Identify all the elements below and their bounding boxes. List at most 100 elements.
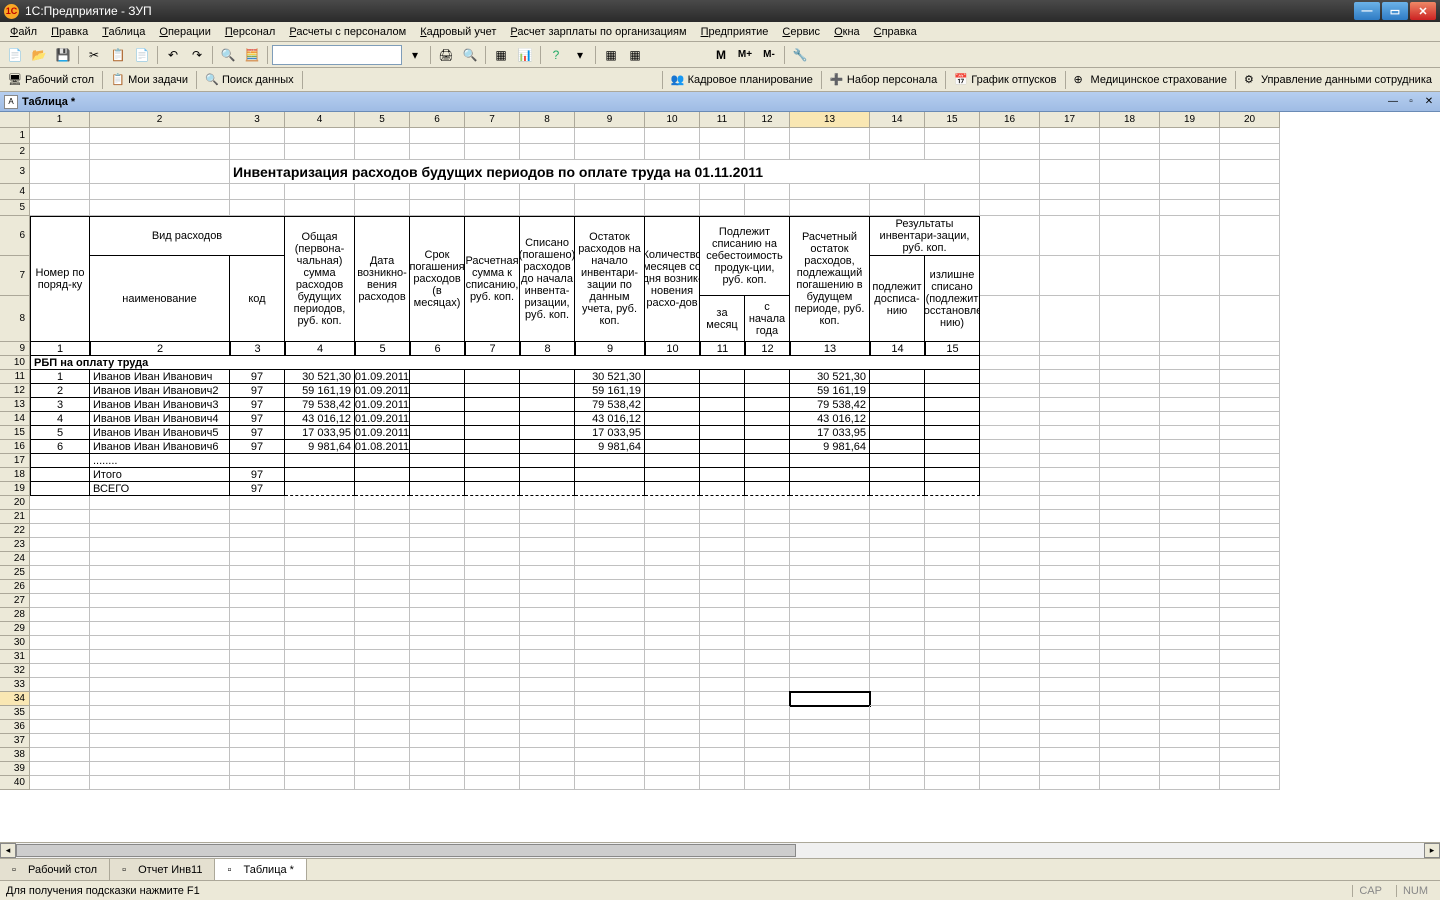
header-cell[interactable]: 5 xyxy=(355,112,410,128)
cell[interactable] xyxy=(925,370,980,384)
cell[interactable] xyxy=(520,524,575,538)
cell[interactable]: Расчетная сумма к списанию, руб. коп. xyxy=(465,216,520,342)
cell[interactable] xyxy=(980,734,1040,748)
menu-сервис[interactable]: Сервис xyxy=(776,24,826,40)
cell[interactable] xyxy=(575,524,645,538)
cell[interactable] xyxy=(790,566,870,580)
header-cell[interactable]: 29 xyxy=(0,622,30,636)
cell[interactable]: 79 538,42 xyxy=(790,398,870,412)
cell[interactable] xyxy=(700,496,745,510)
cell[interactable] xyxy=(30,720,90,734)
cell[interactable] xyxy=(790,552,870,566)
cell[interactable] xyxy=(30,762,90,776)
cell[interactable] xyxy=(745,552,790,566)
cell[interactable] xyxy=(1220,160,1280,184)
header-cell[interactable]: 6 xyxy=(0,216,30,256)
cell[interactable] xyxy=(285,496,355,510)
cell[interactable] xyxy=(745,650,790,664)
cell[interactable] xyxy=(925,440,980,454)
cell[interactable] xyxy=(90,762,230,776)
cell[interactable] xyxy=(980,580,1040,594)
cell[interactable] xyxy=(90,128,230,144)
cell[interactable] xyxy=(645,552,700,566)
cell[interactable] xyxy=(285,622,355,636)
cell[interactable] xyxy=(700,440,745,454)
cell[interactable]: 5 xyxy=(30,426,90,440)
cell[interactable]: Итого xyxy=(90,468,230,482)
cell[interactable] xyxy=(355,128,410,144)
cell[interactable] xyxy=(980,692,1040,706)
cell[interactable]: 97 xyxy=(230,426,285,440)
cell[interactable] xyxy=(1160,356,1220,370)
cell[interactable] xyxy=(1220,454,1280,468)
cell[interactable] xyxy=(645,692,700,706)
calc-button[interactable]: 🧮 xyxy=(241,44,263,66)
header-cell[interactable]: 8 xyxy=(520,112,575,128)
cell[interactable] xyxy=(230,706,285,720)
cell[interactable] xyxy=(980,538,1040,552)
cell[interactable] xyxy=(465,552,520,566)
cell[interactable] xyxy=(1160,538,1220,552)
cell[interactable] xyxy=(1100,552,1160,566)
cell[interactable] xyxy=(355,580,410,594)
cell[interactable] xyxy=(410,440,465,454)
cell[interactable] xyxy=(575,468,645,482)
cell[interactable] xyxy=(645,468,700,482)
cell[interactable] xyxy=(870,538,925,552)
cell[interactable] xyxy=(355,734,410,748)
cell[interactable] xyxy=(700,128,745,144)
cell[interactable] xyxy=(870,426,925,440)
cell[interactable] xyxy=(925,482,980,496)
cell[interactable]: Срок погашения расходов (в месяцах) xyxy=(410,216,465,342)
cell[interactable] xyxy=(1160,692,1220,706)
cell[interactable] xyxy=(410,734,465,748)
cell[interactable] xyxy=(1220,200,1280,216)
cell[interactable] xyxy=(465,184,520,200)
cell[interactable] xyxy=(980,216,1040,256)
cell[interactable] xyxy=(90,144,230,160)
nav-поиск-данных[interactable]: 🔍Поиск данных xyxy=(201,73,298,87)
cell[interactable] xyxy=(1220,650,1280,664)
cell[interactable] xyxy=(520,566,575,580)
cell[interactable] xyxy=(30,184,90,200)
cell[interactable] xyxy=(410,720,465,734)
cell[interactable] xyxy=(465,720,520,734)
paste-button[interactable]: 📄 xyxy=(131,44,153,66)
cell[interactable] xyxy=(925,384,980,398)
cell[interactable] xyxy=(465,594,520,608)
cell[interactable] xyxy=(520,128,575,144)
cell[interactable] xyxy=(410,566,465,580)
cut-button[interactable]: ✂ xyxy=(83,44,105,66)
cell[interactable] xyxy=(465,524,520,538)
cell[interactable] xyxy=(285,636,355,650)
cell[interactable] xyxy=(30,678,90,692)
cell[interactable] xyxy=(745,608,790,622)
cell[interactable] xyxy=(1040,216,1100,256)
cell[interactable] xyxy=(645,608,700,622)
cell[interactable] xyxy=(230,200,285,216)
cell[interactable]: 2 xyxy=(30,384,90,398)
cell[interactable] xyxy=(90,622,230,636)
cell[interactable] xyxy=(465,580,520,594)
header-cell[interactable]: 9 xyxy=(575,112,645,128)
cell[interactable] xyxy=(1100,440,1160,454)
cell[interactable] xyxy=(355,468,410,482)
cell[interactable]: 15 xyxy=(925,342,980,356)
cell[interactable] xyxy=(410,748,465,762)
cell[interactable] xyxy=(645,412,700,426)
cell[interactable] xyxy=(90,538,230,552)
cell[interactable]: 79 538,42 xyxy=(575,398,645,412)
cell[interactable] xyxy=(575,510,645,524)
window-tab[interactable]: ▫Таблица * xyxy=(215,859,306,880)
cell[interactable] xyxy=(1160,216,1220,256)
header-cell[interactable]: 19 xyxy=(0,482,30,496)
cell[interactable] xyxy=(745,622,790,636)
cell[interactable] xyxy=(1040,184,1100,200)
redo-button[interactable]: ↷ xyxy=(186,44,208,66)
header-cell[interactable]: 14 xyxy=(0,412,30,426)
cell[interactable] xyxy=(1160,510,1220,524)
tools-button[interactable]: 🔧 xyxy=(789,44,811,66)
cell[interactable] xyxy=(520,776,575,790)
cell[interactable] xyxy=(745,734,790,748)
cell[interactable] xyxy=(700,184,745,200)
